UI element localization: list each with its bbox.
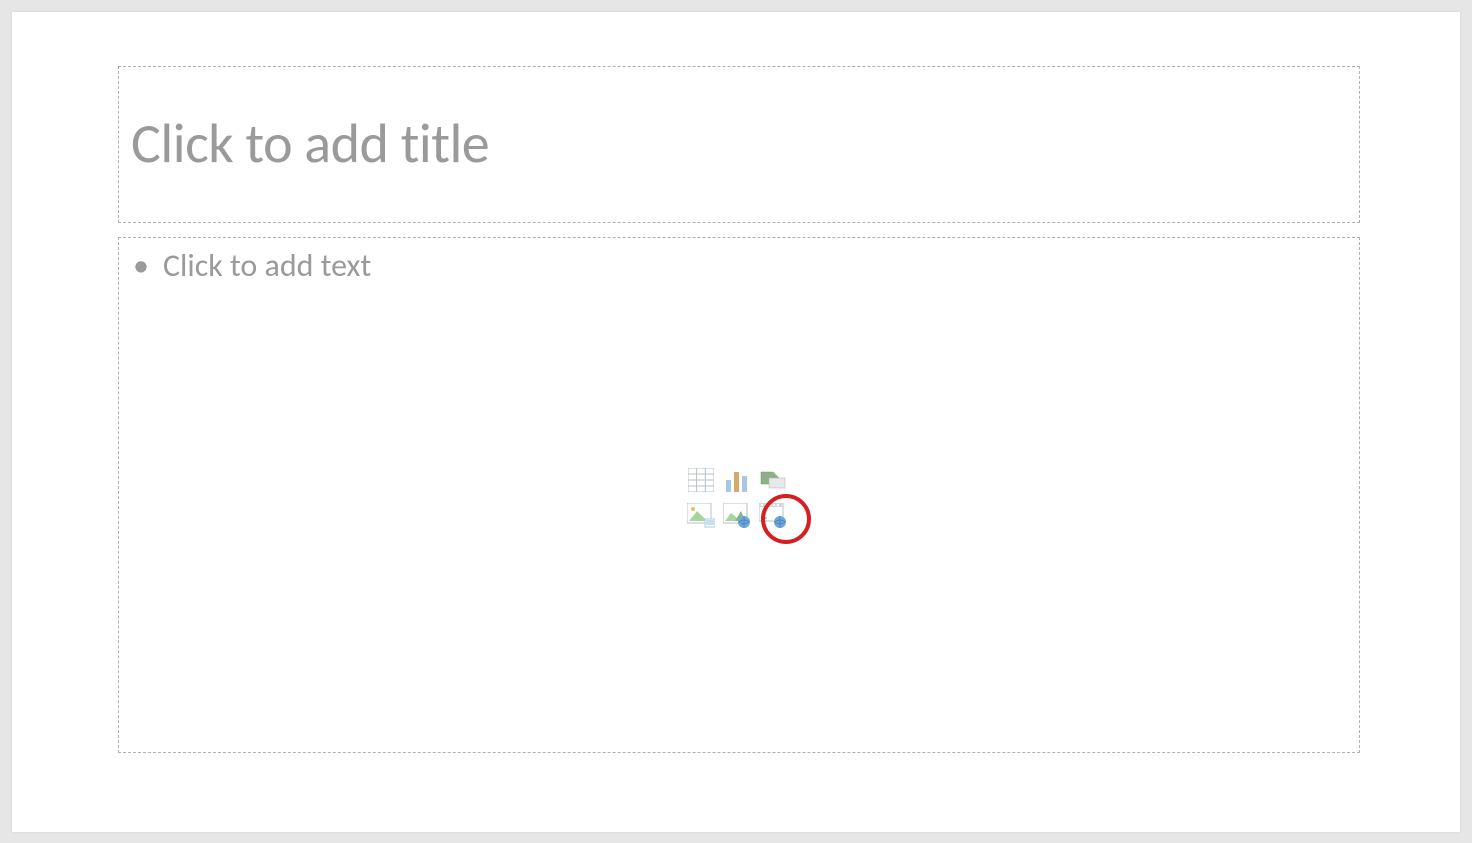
- insert-smartart-button[interactable]: [758, 465, 788, 495]
- insert-online-pictures-button[interactable]: [722, 501, 752, 531]
- insert-content-icons: [686, 465, 792, 533]
- content-text-label: Click to add text: [163, 246, 371, 285]
- pictures-icon: [687, 503, 715, 529]
- title-placeholder-text: Click to add title: [131, 110, 489, 178]
- title-placeholder[interactable]: Click to add title: [118, 66, 1360, 223]
- insert-pictures-button[interactable]: [686, 501, 716, 531]
- bullet-icon: •: [133, 246, 149, 285]
- content-placeholder-text: • Click to add text: [133, 246, 1359, 285]
- video-icon: [759, 503, 787, 529]
- insert-video-button[interactable]: [758, 501, 788, 531]
- smartart-icon: [759, 468, 787, 492]
- chart-icon: [724, 468, 750, 492]
- insert-table-button[interactable]: [686, 465, 716, 495]
- insert-chart-button[interactable]: [722, 465, 752, 495]
- online-pictures-icon: [723, 503, 751, 529]
- table-icon: [688, 468, 714, 492]
- content-placeholder[interactable]: • Click to add text: [118, 237, 1360, 753]
- slide-canvas: Click to add title • Click to add text: [12, 12, 1460, 832]
